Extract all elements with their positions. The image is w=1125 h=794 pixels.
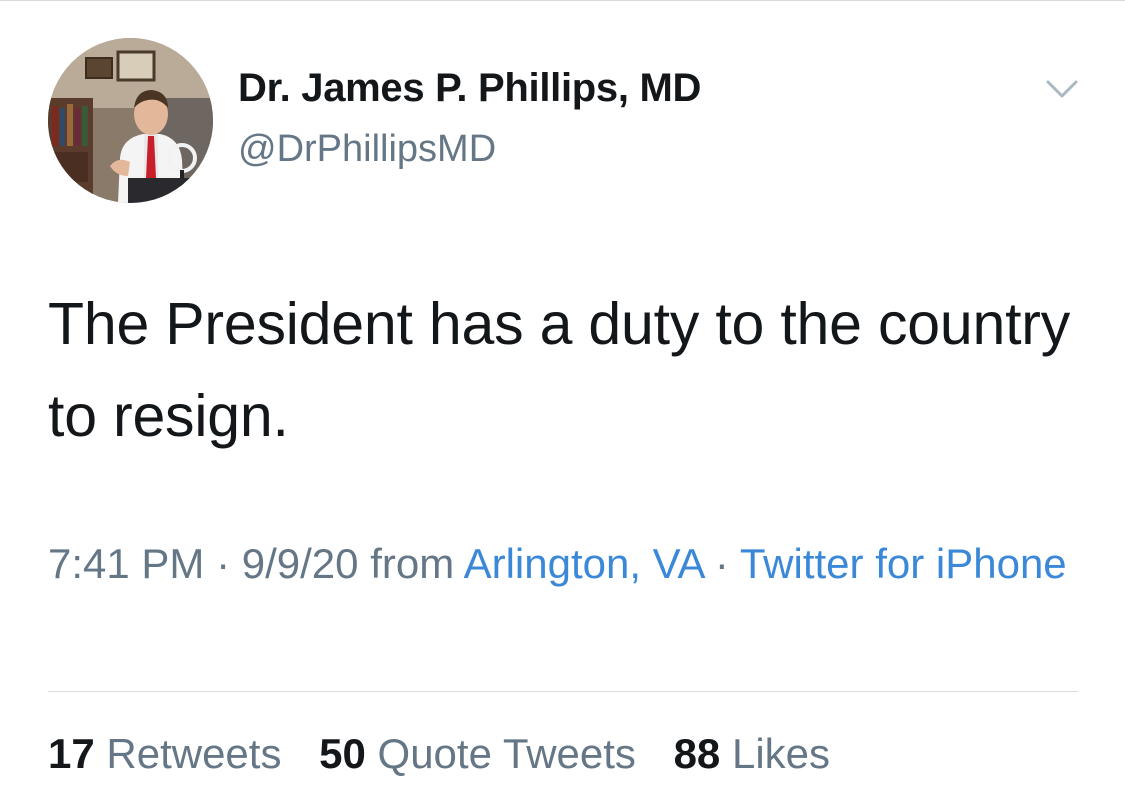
- display-name[interactable]: Dr. James P. Phillips, MD: [238, 66, 701, 111]
- stats-divider: [48, 691, 1078, 692]
- avatar[interactable]: [48, 38, 213, 203]
- retweets-count: 17: [48, 730, 95, 777]
- quote-tweets-label: Quote Tweets: [365, 730, 636, 777]
- tweet-metadata: 7:41 PM · 9/9/20 from Arlington, VA · Tw…: [48, 532, 1098, 596]
- retweets-label: Retweets: [94, 730, 282, 777]
- meta-separator: ·: [703, 540, 740, 587]
- top-divider: [0, 0, 1125, 1]
- profile-photo-icon: [48, 38, 213, 203]
- from-label: from: [358, 540, 464, 587]
- likes-stat[interactable]: 88 Likes: [674, 730, 830, 777]
- chevron-down-icon[interactable]: [1040, 72, 1084, 106]
- tweet-stats: 17 Retweets 50 Quote Tweets 88 Likes: [48, 730, 856, 778]
- tweet-text: The President has a duty to the country …: [48, 291, 1071, 449]
- meta-separator: ·: [204, 540, 242, 587]
- username-handle[interactable]: @DrPhillipsMD: [238, 128, 496, 171]
- tweet-date[interactable]: 9/9/20: [242, 540, 359, 587]
- source-link[interactable]: Twitter for iPhone: [740, 540, 1067, 587]
- tweet-time[interactable]: 7:41 PM: [48, 540, 204, 587]
- likes-label: Likes: [720, 730, 831, 777]
- likes-count: 88: [673, 730, 721, 777]
- quote-tweets-stat[interactable]: 50 Quote Tweets: [319, 730, 636, 777]
- quote-tweets-count: 50: [319, 730, 366, 777]
- location-link[interactable]: Arlington, VA: [464, 540, 704, 587]
- retweets-stat[interactable]: 17 Retweets: [48, 730, 281, 777]
